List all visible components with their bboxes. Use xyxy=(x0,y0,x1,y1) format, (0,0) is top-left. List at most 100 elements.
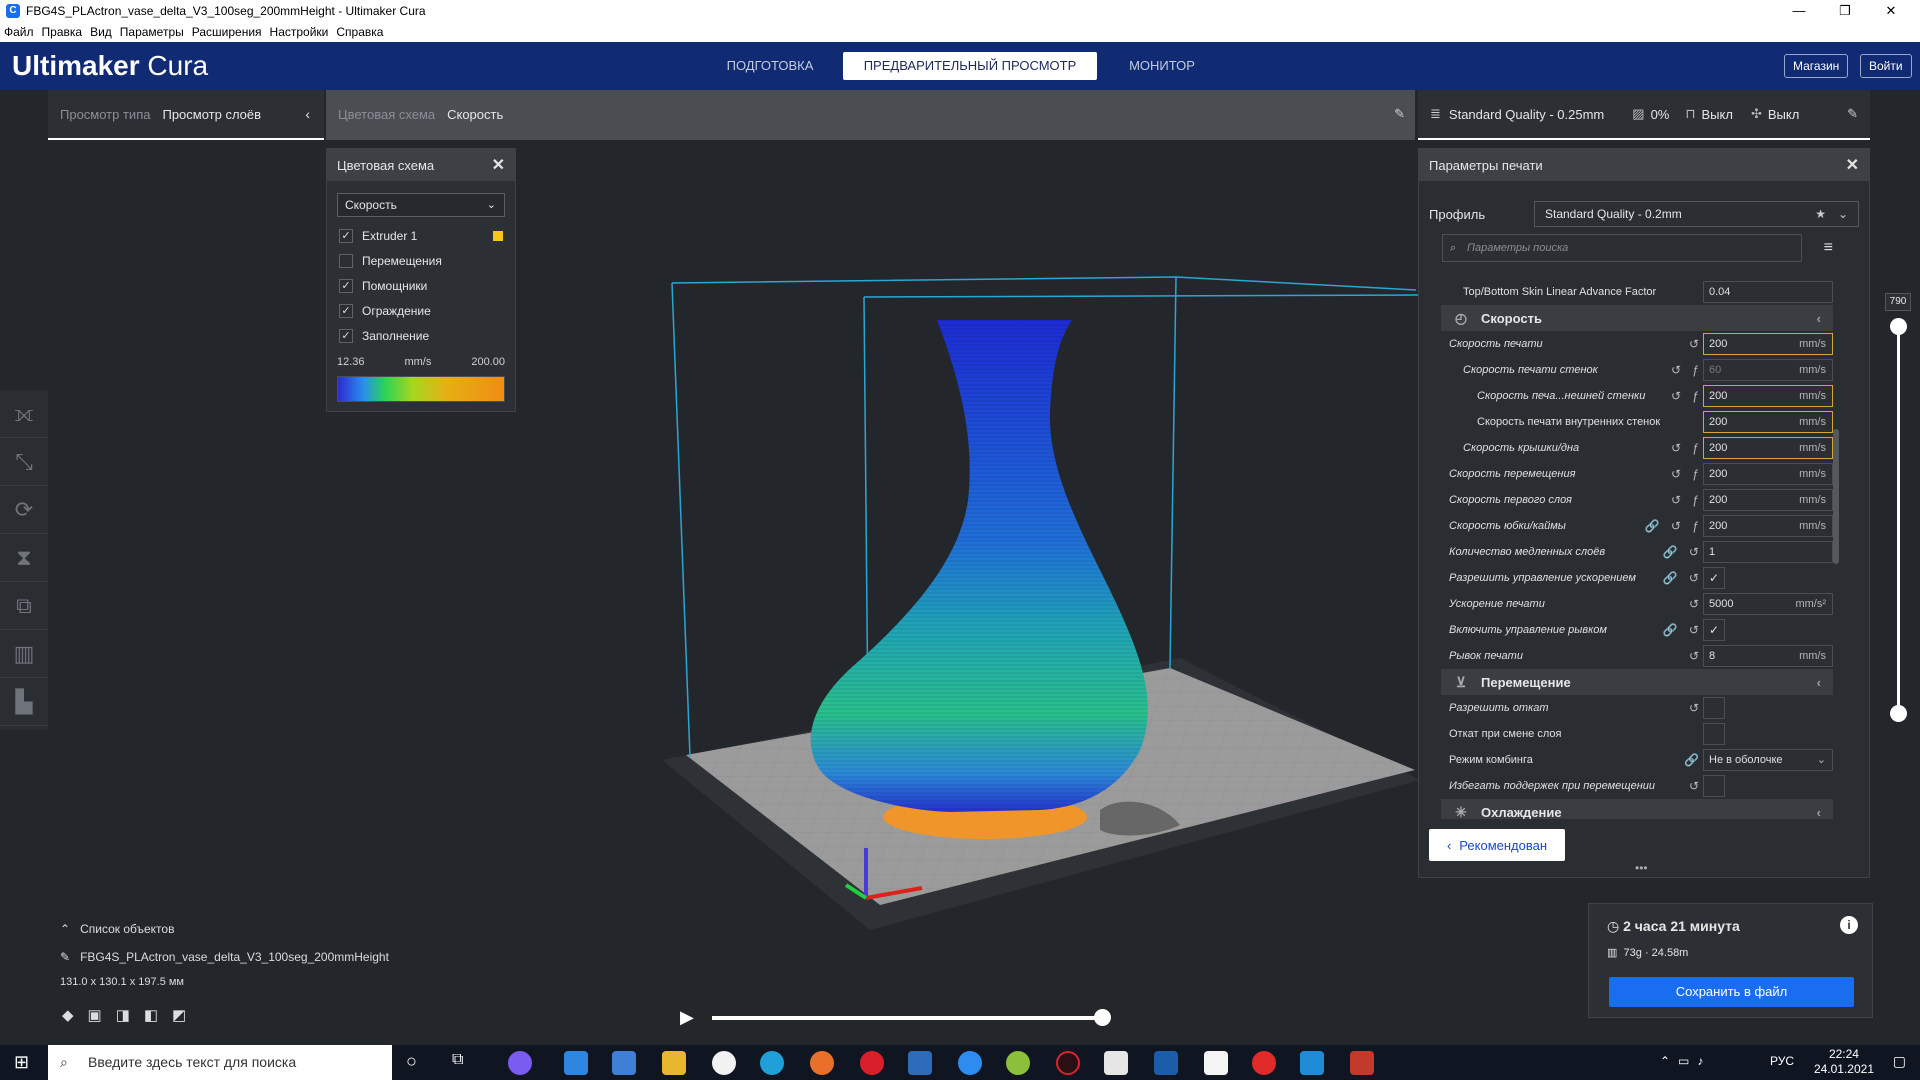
reset-icon[interactable]: ↺ ƒ xyxy=(1631,363,1703,377)
layflat-tool-icon[interactable]: ▙ xyxy=(0,678,48,726)
reset-icon[interactable]: ↺ xyxy=(1631,701,1703,715)
collapse-chevron-icon[interactable]: ‹ xyxy=(305,106,310,122)
pencil-icon[interactable]: ✎ xyxy=(1847,106,1858,122)
tennis-icon[interactable] xyxy=(1006,1051,1030,1075)
mail-icon[interactable] xyxy=(564,1051,588,1075)
task-view-icon[interactable]: ⧉ xyxy=(452,1051,463,1069)
setting-input[interactable]: 60 mm/s xyxy=(1703,359,1833,381)
settings-category[interactable]: ◴ Скорость ‹ xyxy=(1441,305,1833,331)
maximize-button[interactable]: ❐ xyxy=(1822,0,1868,22)
color-scheme-item[interactable]: ✓ Ограждение xyxy=(327,298,515,323)
pencil-icon[interactable]: ✎ xyxy=(1394,106,1405,122)
settings-search-input[interactable]: ⌕ Параметры поиска xyxy=(1442,234,1802,262)
menu-file[interactable]: Файл xyxy=(4,25,34,39)
windows-start-icon[interactable]: ⊞ xyxy=(14,1052,29,1073)
rotate-tool-icon[interactable]: ⟳ xyxy=(0,486,48,534)
setting-input[interactable]: 0.04 xyxy=(1703,281,1833,303)
tab-prepare[interactable]: ПОДГОТОВКА xyxy=(716,52,824,80)
checkbox[interactable]: ✓ xyxy=(339,228,353,243)
setting-select[interactable]: Не в оболочке ⌄ xyxy=(1703,749,1833,771)
login-button[interactable]: Войти xyxy=(1860,54,1912,78)
play-icon[interactable]: ▶ xyxy=(680,1007,694,1028)
tab-monitor[interactable]: МОНИТОР xyxy=(1114,52,1210,80)
reset-icon[interactable]: ↺ ƒ xyxy=(1631,493,1703,507)
firefox-icon[interactable] xyxy=(810,1051,834,1075)
settings-scrollbar[interactable] xyxy=(1833,429,1839,564)
layer-value[interactable]: 790 xyxy=(1885,293,1911,311)
settings-category[interactable]: ✳ Охлаждение ‹ xyxy=(1441,799,1833,819)
support-blocker-icon[interactable]: ▥ xyxy=(0,630,48,678)
tray-icons[interactable]: ⌃▭♪ xyxy=(1660,1054,1711,1068)
checkbox[interactable]: ✓ xyxy=(339,278,353,293)
setting-checkbox[interactable]: ✓ xyxy=(1703,567,1725,589)
print-setup-bar[interactable]: ≣ Standard Quality - 0.25mm ▨ 0% ⊓ Выкл … xyxy=(1418,90,1870,140)
taskbar-search-input[interactable]: ⌕ Введите здесь текст для поиска xyxy=(48,1045,392,1080)
menu-extensions[interactable]: Расширения xyxy=(192,25,262,39)
setting-input[interactable]: 1 xyxy=(1703,541,1833,563)
object-list-toggle[interactable]: ⌃ Список объектов xyxy=(60,922,174,936)
checkbox[interactable] xyxy=(339,253,353,268)
close-icon[interactable]: ✕ xyxy=(1846,155,1859,175)
yandex-browser-icon[interactable] xyxy=(712,1051,736,1075)
setting-checkbox[interactable] xyxy=(1703,697,1725,719)
move-tool-icon[interactable]: ⟗ xyxy=(0,390,48,438)
explorer-icon[interactable] xyxy=(662,1051,686,1075)
menu-view[interactable]: Вид xyxy=(90,25,112,39)
color-scheme-item[interactable]: Перемещения xyxy=(327,248,515,273)
minimize-button[interactable]: — xyxy=(1776,0,1822,22)
alice-icon[interactable] xyxy=(508,1051,532,1075)
language-indicator[interactable]: РУС xyxy=(1770,1054,1794,1068)
notifications-icon[interactable]: ▢ xyxy=(1893,1053,1906,1070)
setting-checkbox[interactable] xyxy=(1703,723,1725,745)
reset-icon[interactable]: 🔗 ↺ xyxy=(1631,571,1703,585)
color-scheme-item[interactable]: ✓ Помощники xyxy=(327,273,515,298)
setting-input[interactable]: 200 mm/s xyxy=(1703,385,1833,407)
reset-icon[interactable]: ↺ ƒ xyxy=(1631,441,1703,455)
reset-icon[interactable]: 🔗 ↺ xyxy=(1631,623,1703,637)
color-scheme-item[interactable]: ✓ Заполнение xyxy=(327,323,515,348)
reset-icon[interactable]: ↺ ƒ xyxy=(1631,389,1703,403)
path-slider-handle[interactable] xyxy=(1094,1009,1111,1026)
close-icon[interactable]: ✕ xyxy=(492,155,505,175)
color-scheme-select[interactable]: Скорость ⌄ xyxy=(337,193,505,217)
menu-help[interactable]: Справка xyxy=(336,25,383,39)
menu-preferences[interactable]: Настройки xyxy=(270,25,329,39)
close-window-button[interactable]: ✕ xyxy=(1868,0,1914,22)
paint-icon[interactable] xyxy=(1104,1051,1128,1075)
reset-icon[interactable]: 🔗 xyxy=(1631,753,1703,767)
setting-input[interactable]: 200 mm/s xyxy=(1703,437,1833,459)
store-icon[interactable] xyxy=(612,1051,636,1075)
cortana-icon[interactable]: ○ xyxy=(406,1051,417,1072)
calculator-icon[interactable] xyxy=(908,1051,932,1075)
setting-input[interactable]: 200 mm/s xyxy=(1703,515,1833,537)
setting-input[interactable]: 200 mm/s xyxy=(1703,463,1833,485)
mirror-tool-icon[interactable]: ⧗ xyxy=(0,534,48,582)
info-icon[interactable]: i xyxy=(1840,916,1858,934)
settings-category[interactable]: ⊻ Перемещение ‹ xyxy=(1441,669,1833,695)
color-scheme-bar[interactable]: Цветовая схема Скорость ✎ xyxy=(326,90,1415,140)
setting-input[interactable]: 5000 mm/s² xyxy=(1703,593,1833,615)
setting-input[interactable]: 200 mm/s xyxy=(1703,489,1833,511)
reset-icon[interactable]: 🔗 ↺ xyxy=(1631,545,1703,559)
setting-checkbox[interactable]: ✓ xyxy=(1703,619,1725,641)
reset-icon[interactable]: ↺ xyxy=(1631,597,1703,611)
zoom-icon[interactable] xyxy=(958,1051,982,1075)
layer-slider[interactable]: 790 xyxy=(1885,290,1915,730)
opera-gx-icon[interactable] xyxy=(1056,1051,1080,1075)
settings-menu-icon[interactable]: ≡ xyxy=(1824,239,1833,257)
marketplace-button[interactable]: Магазин xyxy=(1784,54,1849,78)
view-orientation-icons[interactable]: ◆▣◨◧◩ xyxy=(62,1006,200,1024)
save-to-file-button[interactable]: Сохранить в файл xyxy=(1609,977,1854,1007)
view-type-bar[interactable]: Просмотр типа Просмотр слоёв ‹ xyxy=(48,90,324,140)
upper-handle[interactable] xyxy=(1890,318,1907,335)
lower-handle[interactable] xyxy=(1890,705,1907,722)
edge-icon[interactable] xyxy=(760,1051,784,1075)
cura-taskbar-icon[interactable] xyxy=(1300,1051,1324,1075)
setting-input[interactable]: 200 mm/s xyxy=(1703,411,1833,433)
reset-icon[interactable]: ↺ xyxy=(1631,649,1703,663)
scale-tool-icon[interactable]: ⤡ xyxy=(0,438,48,486)
reset-icon[interactable]: ↺ xyxy=(1631,337,1703,351)
taskbar-clock[interactable]: 22:24 24.01.2021 xyxy=(1814,1047,1874,1077)
reset-icon[interactable]: ↺ ƒ xyxy=(1631,467,1703,481)
star-icon[interactable]: ★ xyxy=(1815,202,1826,226)
